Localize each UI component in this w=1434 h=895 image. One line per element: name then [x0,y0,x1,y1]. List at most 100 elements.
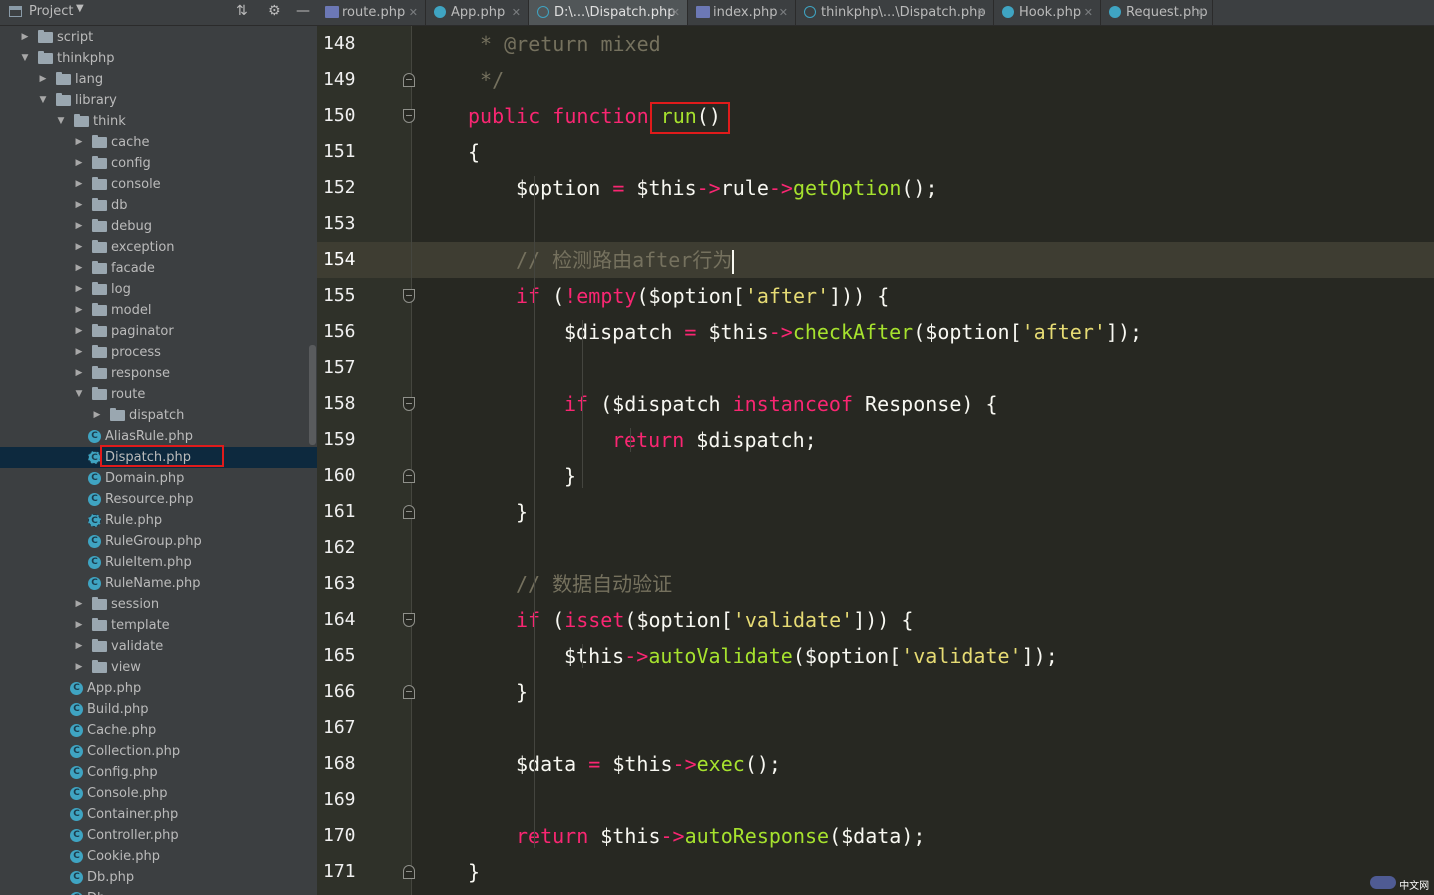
code-line[interactable]: */ [412,62,1434,98]
collapsed-arrow-icon[interactable]: ▶ [74,216,84,237]
code-line[interactable]: // 数据自动验证 [412,566,1434,602]
collapsed-arrow-icon[interactable]: ▶ [74,342,84,363]
tree-folder[interactable]: ▼ route [0,384,317,405]
tree-folder[interactable]: ▶ debug [0,216,317,237]
tree-file[interactable]: C Cache.php [0,720,317,741]
collapsed-arrow-icon[interactable]: ▶ [74,258,84,279]
tree-file[interactable]: CDb... [0,888,317,895]
tree-folder[interactable]: ▶ exception [0,237,317,258]
collapsed-arrow-icon[interactable]: ▶ [74,153,84,174]
collapse-all-icon[interactable]: ⇅ [236,3,248,19]
close-tab-icon[interactable]: ✕ [1084,0,1093,25]
tree-file[interactable]: C Console.php [0,783,317,804]
tree-folder[interactable]: ▶ session [0,594,317,615]
close-tab-icon[interactable]: ✕ [409,0,418,25]
tree-folder[interactable]: ▶ template [0,615,317,636]
editor-tab[interactable]: App.php ✕ [426,0,529,25]
editor-tab[interactable]: Hook.php ✕ [994,0,1101,25]
close-tab-icon[interactable]: ✕ [512,0,521,25]
close-tab-icon[interactable]: ✕ [977,0,986,25]
tree-file[interactable]: C Build.php [0,699,317,720]
tree-file[interactable]: C App.php [0,678,317,699]
close-tab-icon[interactable]: ✕ [1196,0,1205,25]
hide-panel-icon[interactable]: — [296,3,310,19]
code-line[interactable]: return $dispatch; [412,422,1434,458]
editor-tab[interactable]: Request.php ✕ [1101,0,1213,25]
tree-file[interactable]: C RuleGroup.php [0,531,317,552]
project-scrollbar[interactable] [309,345,316,445]
tree-folder[interactable]: ▶ validate [0,636,317,657]
tree-folder[interactable]: ▶ db [0,195,317,216]
collapsed-arrow-icon[interactable]: ▶ [74,321,84,342]
code-line[interactable]: return $this->autoResponse($data); [412,818,1434,854]
expanded-arrow-icon[interactable]: ▼ [20,48,30,69]
gear-icon[interactable]: ⚙ [268,3,281,19]
code-line[interactable] [412,350,1434,386]
tree-file[interactable]: C Db.php [0,867,317,888]
editor-tab[interactable]: index.php ✕ [688,0,796,25]
code-line[interactable]: public function run() [412,98,1434,134]
code-line[interactable]: $data = $this->exec(); [412,746,1434,782]
collapsed-arrow-icon[interactable]: ▶ [74,237,84,258]
code-line[interactable]: if (isset($option['validate'])) { [412,602,1434,638]
collapsed-arrow-icon[interactable]: ▶ [74,615,84,636]
tree-folder[interactable]: ▶ process [0,342,317,363]
tree-folder[interactable]: ▶ response [0,363,317,384]
fold-end-icon[interactable] [403,505,415,519]
close-tab-icon[interactable]: ✕ [671,0,680,25]
tree-file[interactable]: C Resource.php [0,489,317,510]
fold-collapse-icon[interactable] [403,397,415,411]
code-line[interactable]: $dispatch = $this->checkAfter($option['a… [412,314,1434,350]
code-line[interactable]: } [412,494,1434,530]
collapsed-arrow-icon[interactable]: ▶ [74,594,84,615]
code-line[interactable]: } [412,458,1434,494]
code-line[interactable]: * @return mixed [412,26,1434,62]
collapsed-arrow-icon[interactable]: ▶ [74,636,84,657]
code-line[interactable]: $this->autoValidate($option['validate'])… [412,638,1434,674]
tree-folder[interactable]: ▶ facade [0,258,317,279]
chevron-down-icon[interactable]: ▼ [76,3,84,14]
tree-file[interactable]: C Config.php [0,762,317,783]
code-line[interactable]: if ($dispatch instanceof Response) { [412,386,1434,422]
tree-folder[interactable]: ▶ model [0,300,317,321]
fold-end-icon[interactable] [403,469,415,483]
code-line[interactable]: $option = $this->rule->getOption(); [412,170,1434,206]
tree-folder[interactable]: ▼ thinkphp [0,48,317,69]
collapsed-arrow-icon[interactable]: ▶ [74,195,84,216]
tree-folder[interactable]: ▼ think [0,111,317,132]
tree-folder[interactable]: ▶ log [0,279,317,300]
fold-collapse-icon[interactable] [403,289,415,303]
collapsed-arrow-icon[interactable]: ▶ [74,279,84,300]
tree-file[interactable]: C AliasRule.php [0,426,317,447]
tree-folder[interactable]: ▶ script [0,27,317,48]
tree-file[interactable]: C Container.php [0,804,317,825]
tree-folder[interactable]: ▶ console [0,174,317,195]
tree-file[interactable]: C Collection.php [0,741,317,762]
collapsed-arrow-icon[interactable]: ▶ [74,657,84,678]
collapsed-arrow-icon[interactable]: ▶ [74,174,84,195]
tree-file[interactable]: C Rule.php [0,510,317,531]
code-line[interactable] [412,710,1434,746]
fold-end-icon[interactable] [403,865,415,879]
editor-tab[interactable]: thinkphp\...\Dispatch.php ✕ [796,0,994,25]
collapsed-arrow-icon[interactable]: ▶ [74,363,84,384]
tree-folder[interactable]: ▼ library [0,90,317,111]
tree-folder[interactable]: ▶ view [0,657,317,678]
tree-file[interactable]: C RuleName.php [0,573,317,594]
code-line[interactable]: } [412,674,1434,710]
fold-end-icon[interactable] [403,685,415,699]
expanded-arrow-icon[interactable]: ▼ [56,111,66,132]
tree-file[interactable]: C Cookie.php [0,846,317,867]
tree-file[interactable]: C Controller.php [0,825,317,846]
code-line[interactable]: } [412,854,1434,890]
collapsed-arrow-icon[interactable]: ▶ [38,69,48,90]
tree-folder[interactable]: ▶ cache [0,132,317,153]
tree-folder[interactable]: ▶ paginator [0,321,317,342]
fold-collapse-icon[interactable] [403,613,415,627]
collapsed-arrow-icon[interactable]: ▶ [74,132,84,153]
code-line[interactable] [412,782,1434,818]
tree-file[interactable]: C RuleItem.php [0,552,317,573]
code-editor[interactable]: * @return mixed */ public function run() {… [412,26,1434,895]
editor-tab[interactable]: D:\...\Dispatch.php ✕ [529,0,688,25]
collapsed-arrow-icon[interactable]: ▶ [74,300,84,321]
